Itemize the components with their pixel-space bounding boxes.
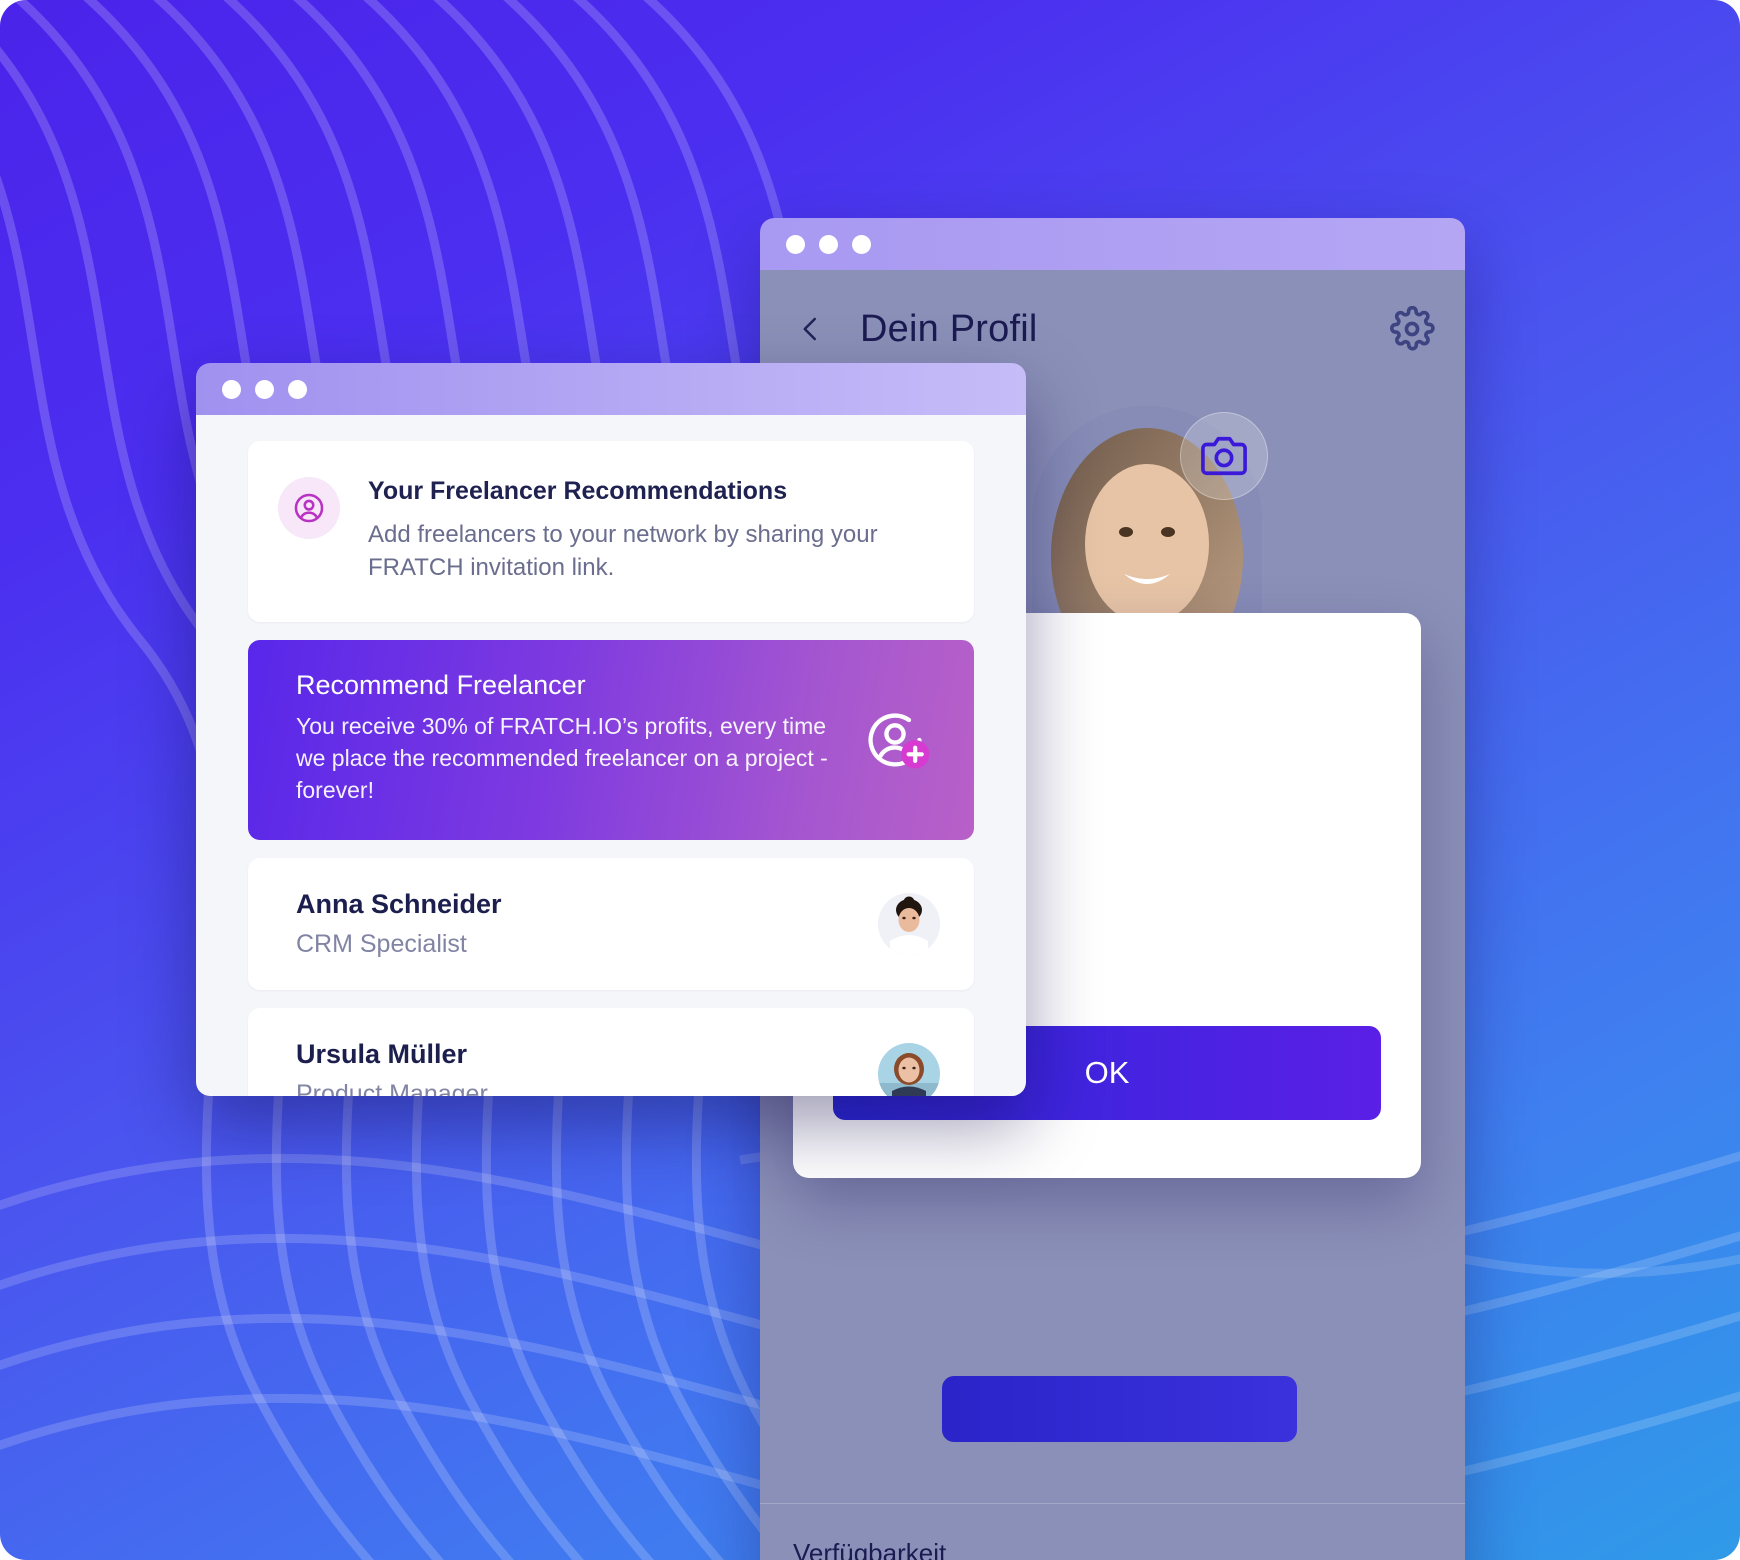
freelancer-role: Product Manager (296, 1080, 488, 1096)
recommendations-window: Your Freelancer Recommendations Add free… (196, 363, 1026, 1096)
minimize-dot[interactable] (819, 234, 838, 254)
recommendations-window-body: Your Freelancer Recommendations Add free… (196, 415, 1026, 1096)
chevron-left-icon[interactable] (796, 314, 826, 344)
freelancer-role: CRM Specialist (296, 930, 467, 959)
recommendations-window-titlebar (196, 363, 1026, 415)
page-title: Dein Profil (860, 307, 1038, 350)
availability-label: Verfügbarkeit (793, 1538, 947, 1560)
maximize-dot[interactable] (288, 379, 307, 399)
card-subtitle: Add freelancers to your network by shari… (368, 521, 878, 582)
avatar (878, 1043, 940, 1096)
user-add-icon (858, 703, 932, 777)
list-item[interactable]: Ursula Müller Product Manager (248, 1008, 974, 1096)
recommendations-header-card: Your Freelancer Recommendations Add free… (248, 441, 974, 623)
divider (760, 1503, 1465, 1504)
avatar (878, 893, 940, 956)
camera-icon[interactable] (1180, 412, 1268, 500)
user-circle-icon (278, 477, 340, 539)
banner-title: Recommend Freelancer (296, 670, 586, 701)
close-dot[interactable] (786, 234, 805, 254)
list-item[interactable]: Anna Schneider CRM Specialist (248, 858, 974, 991)
freelancer-name: Ursula Müller (296, 1039, 468, 1070)
close-dot[interactable] (222, 379, 241, 399)
banner-subtitle: You receive 30% of FRATCH.IO’s profits, … (296, 713, 828, 803)
app-background: Dein Profil Verfügbarkeit OK Your Freela… (0, 0, 1740, 1560)
maximize-dot[interactable] (852, 234, 871, 254)
profile-window-titlebar (760, 218, 1465, 270)
freelancer-name: Anna Schneider (296, 889, 502, 920)
card-title: Your Freelancer Recommendations (368, 477, 788, 505)
recommend-freelancer-banner[interactable]: Recommend Freelancer You receive 30% of … (248, 640, 974, 841)
profile-primary-button[interactable] (942, 1376, 1297, 1442)
gear-icon[interactable] (1389, 305, 1435, 352)
minimize-dot[interactable] (255, 379, 274, 399)
